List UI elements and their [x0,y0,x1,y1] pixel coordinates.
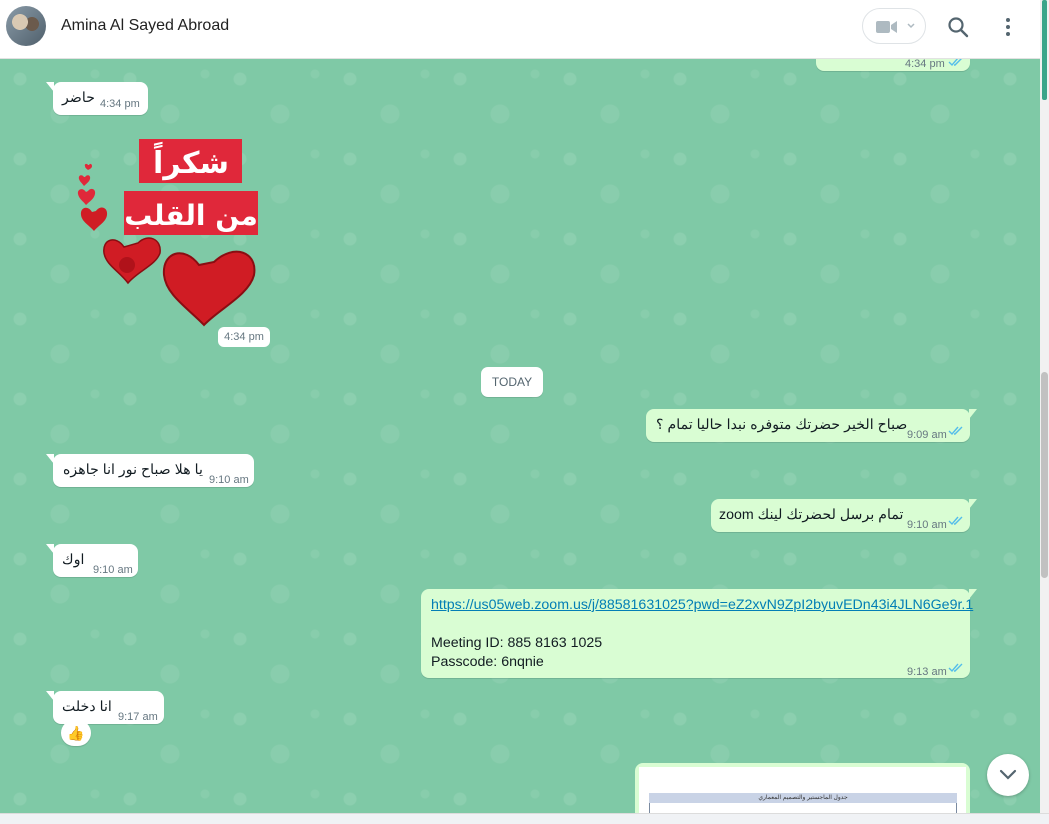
message-text: صباح الخير حضرتك متوفره نبدا حاليا تمام … [656,417,908,433]
zoom-meeting-link[interactable]: https://us05web.zoom.us/j/88581631025?pw… [431,596,973,615]
contact-avatar[interactable] [6,6,46,46]
bubble-tail [46,454,54,464]
chat-panel: 4:34 pm حاضر 4:34 pm شكراً من القلب 4:34… [0,59,1040,813]
scrollbar-thumb[interactable] [1041,372,1048,578]
message-time: 9:10 am [93,564,133,576]
bubble-tail [46,544,54,554]
bubble-tail [969,499,977,509]
message-bubble-incoming[interactable]: حاضر 4:34 pm [46,82,148,115]
document-title: جدول الماجستير والتصميم المعماري [758,795,848,801]
scrollbar-accent [1042,0,1047,100]
document-message[interactable]: جدول الماجستير والتصميم المعماري [635,763,970,813]
message-bubble-incoming[interactable]: انا دخلت 9:17 am [46,691,164,724]
sticker-line2: من القلب [124,199,258,232]
chat-header: Amina Al Sayed Abroad [0,0,1040,59]
message-text: يا هلا صباح نور انا جاهزه [63,462,203,478]
bubble-tail [46,82,54,92]
day-divider: TODAY [481,367,543,397]
message-text: انا دخلت [62,699,112,715]
chevron-down-icon [999,769,1017,780]
chevron-down-icon [907,23,915,29]
read-ticks-icon [948,663,963,673]
message-bubble-outgoing[interactable]: صباح الخير حضرتك متوفره نبدا حاليا تمام … [646,409,977,442]
read-ticks-icon [948,426,963,436]
message-time: 9:17 am [118,711,158,723]
menu-icon[interactable] [996,15,1020,39]
read-ticks-icon [948,59,962,67]
document-preview: جدول الماجستير والتصميم المعماري [639,767,966,813]
sticker-thanks-hearts[interactable]: شكراً من القلب [64,137,264,337]
message-text: اوك [62,552,85,568]
read-ticks-icon [948,516,963,526]
message-bubble-outgoing[interactable]: تمام برسل لحضرتك لينك zoom 9:10 am [711,499,977,532]
message-bubble-incoming[interactable]: اوك 9:10 am [46,544,138,577]
composer-bar [0,813,1049,824]
message-time: 9:13 am [907,666,947,678]
search-icon[interactable] [946,15,970,39]
message-time: 9:10 am [907,519,947,531]
message-bubble-outgoing[interactable]: https://us05web.zoom.us/j/88581631025?pw… [421,589,977,678]
video-call-button[interactable] [862,8,926,44]
reaction-thumbs-up[interactable]: 👍 [61,720,91,746]
message-bubble-outgoing[interactable]: 4:34 pm [816,59,970,71]
message-time: 4:34 pm [100,98,140,110]
contact-name[interactable]: Amina Al Sayed Abroad [61,17,229,35]
bubble-tail [46,691,54,701]
passcode-text: Passcode: 6nqnie [431,654,544,670]
video-call-icon [876,21,897,33]
scroll-to-bottom-button[interactable] [987,754,1029,796]
message-time: 4:34 pm [905,59,945,70]
message-text: حاضر [62,90,95,106]
message-text: تمام برسل لحضرتك لينك zoom [719,507,904,523]
sticker-line1: شكراً [153,141,229,181]
message-time: 9:10 am [209,474,249,486]
bubble-tail [969,409,977,419]
message-bubble-incoming[interactable]: يا هلا صباح نور انا جاهزه 9:10 am [46,454,254,487]
meeting-id-text: Meeting ID: 885 8163 1025 [431,635,603,651]
message-time: 9:09 am [907,429,947,441]
sticker-time: 4:34 pm [218,327,270,347]
